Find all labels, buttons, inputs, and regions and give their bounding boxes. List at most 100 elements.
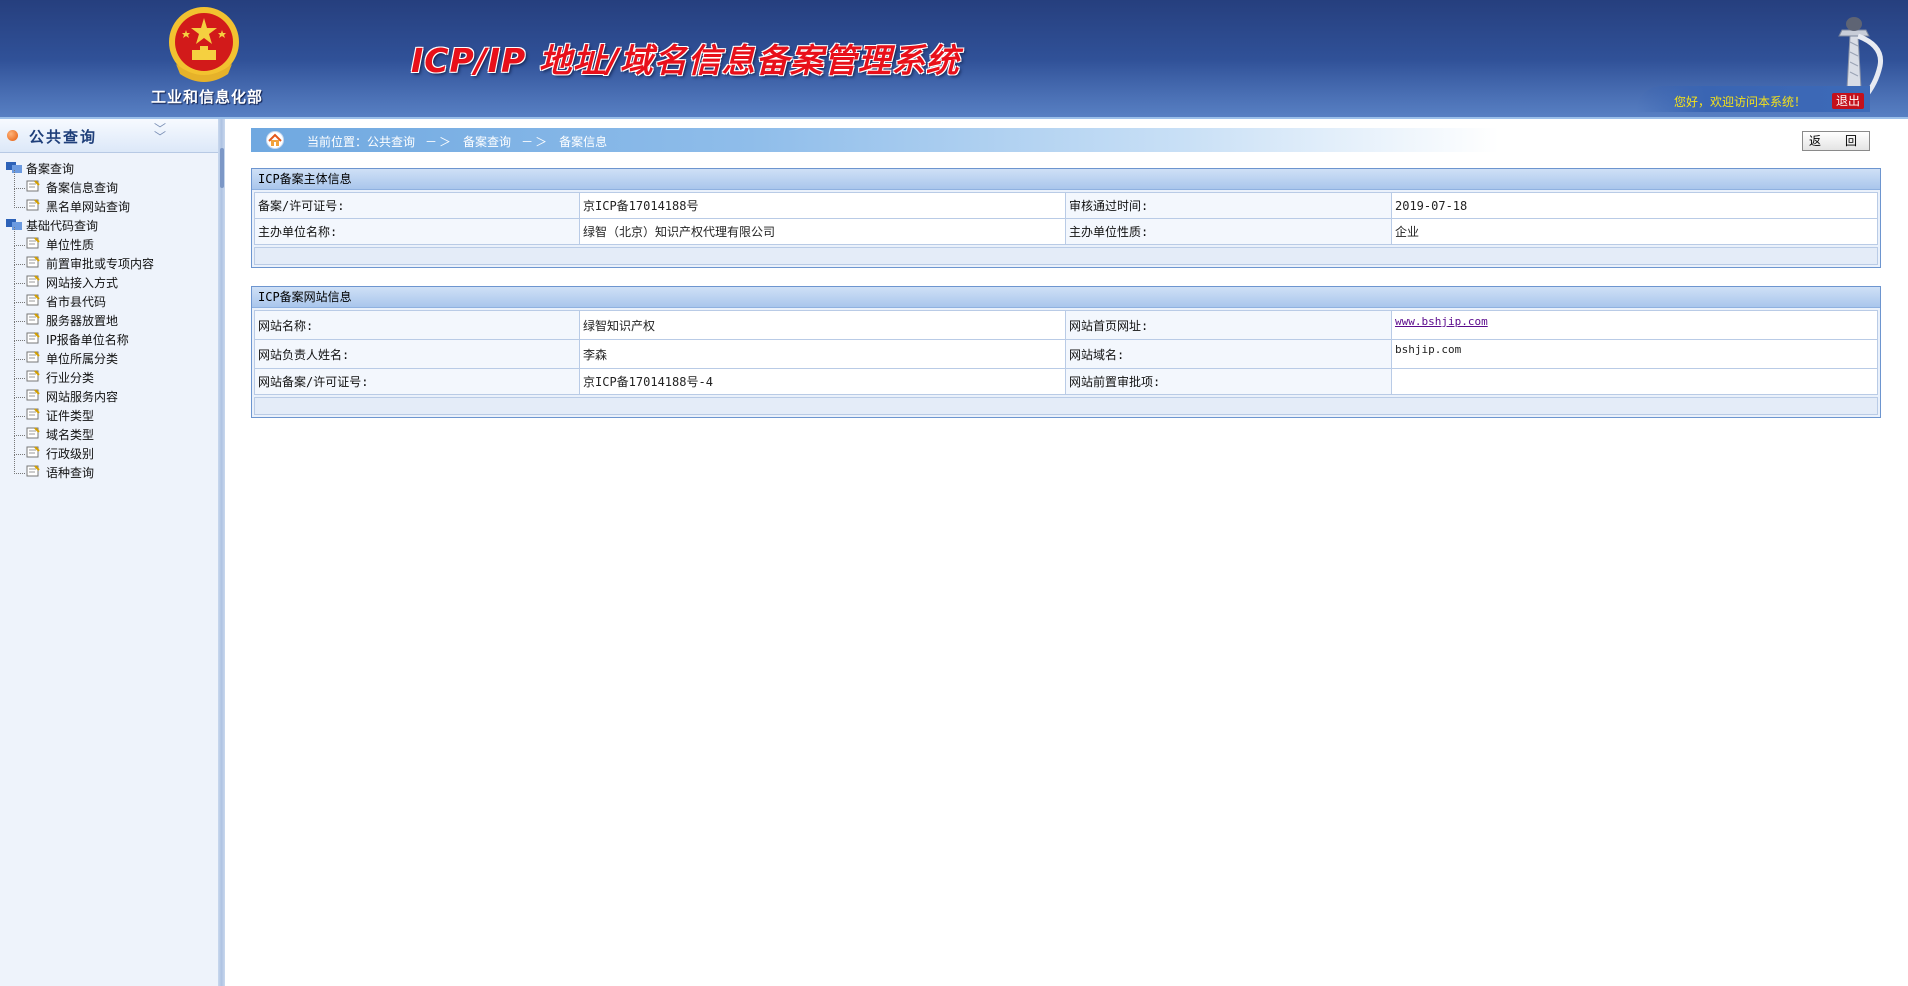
website-info-table: 网站名称: 绿智知识产权 网站首页网址: www.bshjip.com 网站负责… xyxy=(254,310,1878,395)
icp-subject-panel: ICP备案主体信息 备案/许可证号: 京ICP备17014188号 审核通过时间… xyxy=(251,168,1881,268)
breadcrumb-item[interactable]: 备案查询 xyxy=(463,135,511,149)
double-chevron-down-icon[interactable]: ﹀ ﹀ xyxy=(154,123,168,143)
sidebar-header[interactable]: 公共查询 ﹀ ﹀ xyxy=(0,119,218,153)
field-value: 李森 xyxy=(579,339,1066,369)
table-row: 网站备案/许可证号: 京ICP备17014188号-4 网站前置审批项: xyxy=(254,368,1878,395)
tree-line xyxy=(14,189,25,208)
tree-item-label: 证件类型 xyxy=(46,409,95,423)
breadcrumb-item: 备案信息 xyxy=(559,135,608,149)
document-edit-icon xyxy=(26,370,40,382)
field-value: bshjip.com xyxy=(1391,339,1878,369)
tree-item-label: 网站服务内容 xyxy=(46,390,119,404)
document-edit-icon xyxy=(26,389,40,401)
logout-button[interactable]: 退出 xyxy=(1832,93,1864,109)
field-label: 网站名称: xyxy=(254,310,580,340)
document-edit-icon xyxy=(26,237,40,249)
sidebar-title: 公共查询 xyxy=(29,128,98,146)
tree-item-label: 单位性质 xyxy=(46,238,95,252)
sidebar: 公共查询 ﹀ ﹀ 备案查询 备案信息查询 黑名单网站查询 基础代码查询 单位性质… xyxy=(0,119,219,986)
field-label: 网站首页网址: xyxy=(1065,310,1392,340)
orange-dot-icon xyxy=(7,130,18,141)
welcome-text: 您好，欢迎访问本系统！ xyxy=(1674,95,1807,109)
table-row: 网站负责人姓名: 李森 网站域名: bshjip.com xyxy=(254,339,1878,369)
tree-item-label: 前置审批或专项内容 xyxy=(46,257,155,271)
field-label: 网站前置审批项: xyxy=(1065,368,1392,395)
breadcrumb-prefix: 当前位置： xyxy=(307,135,368,149)
tree-line xyxy=(14,303,25,322)
breadcrumb-item[interactable]: 公共查询 xyxy=(367,135,415,149)
tree-group-label: 备案查询 xyxy=(26,162,75,176)
document-edit-icon xyxy=(26,465,40,477)
tree-item-label: 网站接入方式 xyxy=(46,276,119,290)
sidebar-splitter[interactable] xyxy=(218,119,225,986)
field-value: 绿智（北京）知识产权代理有限公司 xyxy=(579,218,1066,245)
field-value: 2019-07-18 xyxy=(1391,192,1878,219)
tree-item-label: IP报备单位名称 xyxy=(46,333,129,347)
tree-item-label: 服务器放置地 xyxy=(46,314,119,328)
field-value: 企业 xyxy=(1391,218,1878,245)
breadcrumb: 当前位置：公共查询 －＞ 备案查询 －＞ 备案信息 xyxy=(307,133,607,150)
tree-line xyxy=(14,284,25,303)
ministry-name: 工业和信息化部 xyxy=(150,88,263,106)
document-edit-icon xyxy=(26,446,40,458)
table-row: 备案/许可证号: 京ICP备17014188号 审核通过时间: 2019-07-… xyxy=(254,192,1878,219)
panel-footer xyxy=(254,247,1878,265)
table-row: 网站名称: 绿智知识产权 网站首页网址: www.bshjip.com xyxy=(254,310,1878,340)
system-title: ICP/IP 地址/域名信息备案管理系统 xyxy=(411,41,960,80)
tree-line xyxy=(14,246,25,265)
field-label: 网站域名: xyxy=(1065,339,1392,369)
tree-line xyxy=(14,227,25,246)
tree-line xyxy=(14,398,25,417)
subject-info-table: 备案/许可证号: 京ICP备17014188号 审核通过时间: 2019-07-… xyxy=(254,192,1878,245)
document-edit-icon xyxy=(26,294,40,306)
panel-title: ICP备案网站信息 xyxy=(252,287,1880,308)
tree-item-label: 行业分类 xyxy=(46,371,95,385)
document-edit-icon xyxy=(26,351,40,363)
panel-title: ICP备案主体信息 xyxy=(252,169,1880,190)
tree-line xyxy=(14,379,25,398)
icp-website-panel: ICP备案网站信息 网站名称: 绿智知识产权 网站首页网址: www.bshji… xyxy=(251,286,1881,418)
tree-group-label: 基础代码查询 xyxy=(26,219,99,233)
home-icon[interactable] xyxy=(265,131,285,149)
tree-item-label: 语种查询 xyxy=(46,466,95,480)
document-edit-icon xyxy=(26,256,40,268)
document-edit-icon xyxy=(26,427,40,439)
tree-line xyxy=(14,170,25,189)
tree-line xyxy=(14,455,25,474)
field-value: 京ICP备17014188号-4 xyxy=(579,368,1066,395)
tree-line xyxy=(14,322,25,341)
tree-item-label: 域名类型 xyxy=(46,428,95,442)
document-edit-icon xyxy=(26,332,40,344)
breadcrumb-separator: －＞ xyxy=(521,135,550,149)
document-edit-icon xyxy=(26,313,40,325)
document-edit-icon xyxy=(26,199,40,211)
tree-line xyxy=(14,341,25,360)
tree-item-label: 黑名单网站查询 xyxy=(46,200,131,214)
website-url-link[interactable]: www.bshjip.com xyxy=(1395,315,1488,328)
field-label: 审核通过时间: xyxy=(1065,192,1392,219)
field-label: 网站负责人姓名: xyxy=(254,339,580,369)
tree-item-label: 单位所属分类 xyxy=(46,352,119,366)
splitter-handle[interactable] xyxy=(220,148,224,188)
field-value: www.bshjip.com xyxy=(1391,310,1878,340)
breadcrumb-separator: －＞ xyxy=(425,135,454,149)
field-value xyxy=(1391,368,1878,395)
panel-footer xyxy=(254,397,1878,415)
tree-line xyxy=(14,360,25,379)
tree-item-label: 行政级别 xyxy=(46,447,95,461)
field-label: 主办单位性质: xyxy=(1065,218,1392,245)
tree-line xyxy=(14,417,25,436)
field-label: 备案/许可证号: xyxy=(254,192,580,219)
field-label: 网站备案/许可证号: xyxy=(254,368,580,395)
tree-item-label: 省市县代码 xyxy=(46,295,107,309)
field-value: 绿智知识产权 xyxy=(579,310,1066,340)
tree-item-label: 备案信息查询 xyxy=(46,181,119,195)
national-emblem-icon xyxy=(169,7,239,82)
tree-line xyxy=(14,265,25,284)
field-label: 主办单位名称: xyxy=(254,218,580,245)
document-edit-icon xyxy=(26,180,40,192)
table-row: 主办单位名称: 绿智（北京）知识产权代理有限公司 主办单位性质: 企业 xyxy=(254,218,1878,245)
back-button[interactable]: 返 回 xyxy=(1802,131,1870,151)
document-edit-icon xyxy=(26,408,40,420)
field-value: 京ICP备17014188号 xyxy=(579,192,1066,219)
